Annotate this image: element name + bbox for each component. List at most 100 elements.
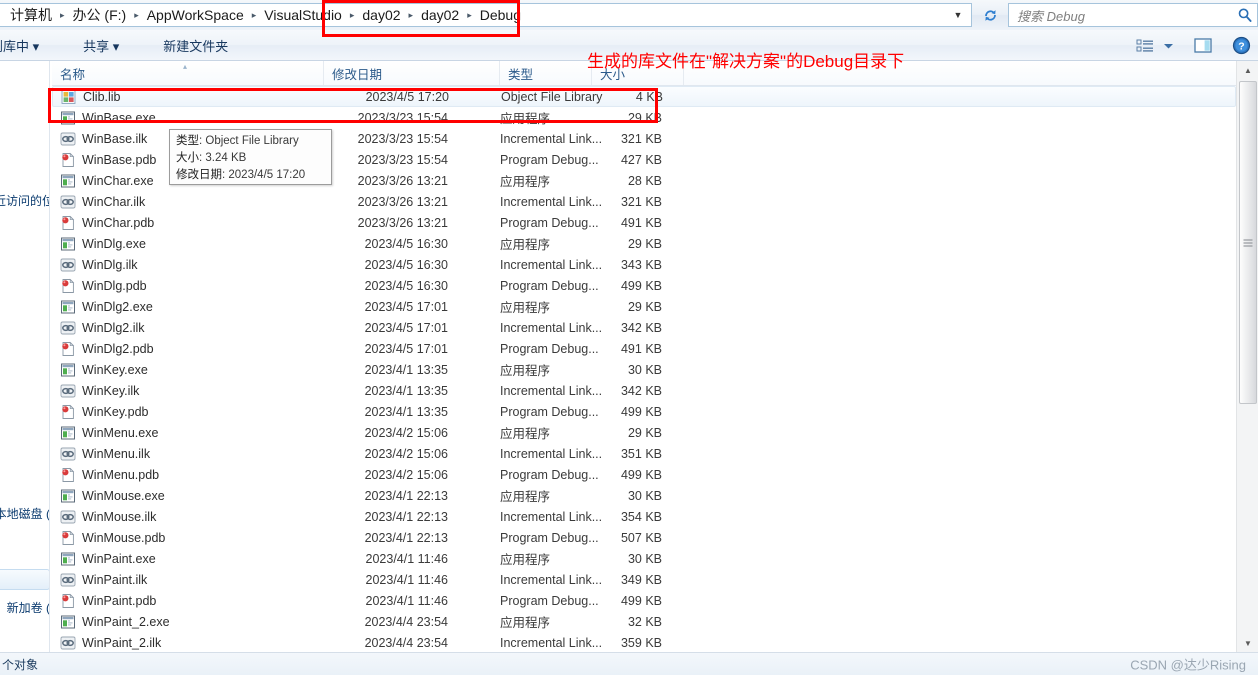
scroll-down-button[interactable]: ▼	[1238, 634, 1258, 652]
file-size-cell: 427 KB	[620, 152, 662, 167]
file-name-cell[interactable]: WinDlg2.exe	[60, 299, 325, 315]
table-row[interactable]: WinKey.ilk 2023/4/1 13:35 Incremental Link…	[52, 380, 1236, 401]
search-input[interactable]: 搜索 Debug	[1017, 6, 1237, 25]
table-row[interactable]: WinMouse.exe 2023/4/1 22:13 应用程序 30 KB	[52, 485, 1236, 506]
scrollbar-thumb[interactable]	[1239, 81, 1257, 404]
file-name-label: WinChar.ilk	[82, 194, 146, 209]
column-header-name[interactable]: 名称 ▴	[52, 61, 324, 85]
table-row[interactable]: WinBase.exe 2023/3/23 15:54 应用程序 29 KB	[52, 107, 1236, 128]
file-name-cell[interactable]: WinPaint.pdb	[60, 593, 325, 609]
table-row[interactable]: WinMenu.exe 2023/4/2 15:06 应用程序 29 KB	[52, 422, 1236, 443]
refresh-button[interactable]	[978, 4, 1002, 26]
column-header-type[interactable]: 类型	[500, 61, 592, 85]
breadcrumb-item-2[interactable]: 办公 (F:)	[69, 4, 131, 26]
breadcrumb[interactable]: 计算机 ▸ 办公 (F:) ▸ AppWorkSpace ▸ VisualStudio ▸ da…	[6, 4, 971, 26]
file-name-cell[interactable]: WinKey.ilk	[60, 383, 325, 399]
column-header-date[interactable]: 修改日期	[324, 61, 500, 85]
help-icon: ?	[1232, 36, 1250, 55]
file-date-cell: 2023/3/23 15:54	[357, 131, 448, 146]
exe-file-icon	[61, 174, 75, 187]
table-row[interactable]: WinPaint_2.exe 2023/4/4 23:54 应用程序 32 KB	[52, 611, 1236, 632]
table-row[interactable]: WinDlg.ilk 2023/4/5 16:30 Incremental Link…	[52, 254, 1236, 275]
nav-item-3[interactable]: 新加卷 (H:)	[0, 598, 49, 617]
table-row[interactable]: WinPaint.pdb 2023/4/1 11:46 Program Debug.…	[52, 590, 1236, 611]
table-row[interactable]: WinChar.pdb 2023/3/26 13:21 Program Debug.…	[52, 212, 1236, 233]
table-row[interactable]: WinDlg2.exe 2023/4/5 17:01 应用程序 29 KB	[52, 296, 1236, 317]
table-row[interactable]: WinKey.exe 2023/4/1 13:35 应用程序 30 KB	[52, 359, 1236, 380]
file-name-cell[interactable]: WinPaint.ilk	[60, 572, 325, 588]
file-name-label: WinPaint_2.ilk	[82, 635, 162, 650]
table-row[interactable]: WinDlg2.pdb 2023/4/5 17:01 Program Debug..…	[52, 338, 1236, 359]
file-name-label: WinPaint.exe	[82, 551, 156, 566]
table-row[interactable]: WinDlg2.ilk 2023/4/5 17:01 Incremental Lin…	[52, 317, 1236, 338]
table-row[interactable]: WinPaint.ilk 2023/4/1 11:46 Incremental Li…	[52, 569, 1236, 590]
include-in-library-button[interactable]: 到库中 ▾	[0, 33, 47, 58]
breadcrumb-item-5[interactable]: day02	[358, 6, 404, 24]
file-date-cell: 2023/3/23 15:54	[357, 110, 448, 125]
file-date-cell: 2023/4/1 22:13	[364, 530, 448, 545]
breadcrumb-bar[interactable]: 计算机 ▸ 办公 (F:) ▸ AppWorkSpace ▸ VisualStudio ▸ da…	[0, 3, 972, 27]
file-name-cell[interactable]: Clib.lib	[61, 89, 326, 105]
help-button[interactable]: ?	[1228, 34, 1254, 58]
scroll-up-button[interactable]: ▲	[1238, 61, 1258, 79]
file-size-cell: 28 KB	[627, 173, 662, 188]
breadcrumb-item-6[interactable]: day02	[417, 6, 463, 24]
file-name-cell[interactable]: WinMenu.pdb	[60, 467, 325, 483]
table-row[interactable]: WinMenu.pdb 2023/4/2 15:06 Program Debug..…	[52, 464, 1236, 485]
table-row[interactable]: WinMouse.ilk 2023/4/1 22:13 Incremental Li…	[52, 506, 1236, 527]
file-size-cell: 32 KB	[627, 614, 662, 629]
nav-item-2[interactable]: 本地磁盘 (C:)	[0, 504, 49, 523]
file-name-cell[interactable]: WinDlg.exe	[60, 236, 325, 252]
file-size-cell: 499 KB	[620, 278, 662, 293]
file-name-cell[interactable]: WinChar.pdb	[60, 215, 325, 231]
file-name-cell[interactable]: WinMouse.exe	[60, 488, 325, 504]
search-box[interactable]: 搜索 Debug	[1008, 3, 1258, 27]
table-row[interactable]: WinMouse.pdb 2023/4/1 22:13 Program Debug.…	[52, 527, 1236, 548]
table-row[interactable]: WinDlg.exe 2023/4/5 16:30 应用程序 29 KB	[52, 233, 1236, 254]
nav-item-highlight[interactable]	[0, 569, 49, 590]
file-name-cell[interactable]: WinDlg2.ilk	[60, 320, 325, 336]
file-name-cell[interactable]: WinDlg.ilk	[60, 257, 325, 273]
view-options-dropdown-button[interactable]	[1160, 34, 1176, 58]
file-name-cell[interactable]: WinPaint_2.exe	[60, 614, 325, 630]
breadcrumb-item-1[interactable]: 计算机	[6, 4, 56, 26]
file-name-cell[interactable]: WinDlg.pdb	[60, 278, 325, 294]
table-row[interactable]: WinDlg.pdb 2023/4/5 16:30 Program Debug...…	[52, 275, 1236, 296]
file-name-cell[interactable]: WinChar.ilk	[60, 194, 325, 210]
pdb-file-icon	[62, 467, 75, 482]
breadcrumb-item-4[interactable]: VisualStudio	[260, 6, 346, 24]
file-name-cell[interactable]: WinDlg2.pdb	[60, 341, 325, 357]
exe-file-icon	[61, 111, 75, 124]
nav-item-1[interactable]: 最近访问的位置	[0, 191, 49, 210]
breadcrumb-dropdown-chevron-down-icon[interactable]: ▼	[949, 10, 967, 20]
file-name-label: Clib.lib	[83, 89, 121, 104]
file-name-cell[interactable]: WinBase.exe	[60, 110, 325, 126]
file-name-cell[interactable]: WinMenu.exe	[60, 425, 325, 441]
table-row[interactable]: Clib.lib 2023/4/5 17:20 Object File Librar…	[52, 86, 1236, 107]
view-options-button[interactable]	[1132, 34, 1158, 58]
table-row[interactable]: WinPaint.exe 2023/4/1 11:46 应用程序 30 KB	[52, 548, 1236, 569]
file-name-cell[interactable]: WinKey.exe	[60, 362, 325, 378]
file-date-cell: 2023/3/26 13:21	[357, 173, 448, 188]
breadcrumb-item-7[interactable]: Debug	[476, 6, 525, 24]
new-folder-button[interactable]: 新建文件夹	[155, 33, 236, 58]
share-with-button[interactable]: 共享 ▾	[75, 33, 127, 58]
table-row[interactable]: WinKey.pdb 2023/4/1 13:35 Program Debug...…	[52, 401, 1236, 422]
vertical-scrollbar[interactable]: ▲ ▼	[1236, 61, 1258, 652]
table-row[interactable]: WinMenu.ilk 2023/4/2 15:06 Incremental Lin…	[52, 443, 1236, 464]
table-row[interactable]: WinPaint_2.ilk 2023/4/4 23:54 Incremental …	[52, 632, 1236, 652]
file-name-cell[interactable]: WinMenu.ilk	[60, 446, 325, 462]
navigation-pane[interactable]: 最近访问的位置本地磁盘 (C:) 新加卷 (H:)	[0, 61, 50, 652]
file-name-cell[interactable]: WinMouse.pdb	[60, 530, 325, 546]
file-date-cell: 2023/4/5 16:30	[364, 236, 448, 251]
breadcrumb-item-3[interactable]: AppWorkSpace	[143, 6, 248, 24]
file-name-cell[interactable]: WinMouse.ilk	[60, 509, 325, 525]
file-name-label: WinKey.exe	[82, 362, 148, 377]
ilk-file-icon	[60, 384, 76, 397]
file-name-cell[interactable]: WinPaint_2.ilk	[60, 635, 325, 651]
preview-pane-button[interactable]	[1190, 34, 1216, 58]
file-name-label: WinMenu.exe	[82, 425, 159, 440]
file-name-cell[interactable]: WinKey.pdb	[60, 404, 325, 420]
table-row[interactable]: WinChar.ilk 2023/3/26 13:21 Incremental Li…	[52, 191, 1236, 212]
file-name-cell[interactable]: WinPaint.exe	[60, 551, 325, 567]
